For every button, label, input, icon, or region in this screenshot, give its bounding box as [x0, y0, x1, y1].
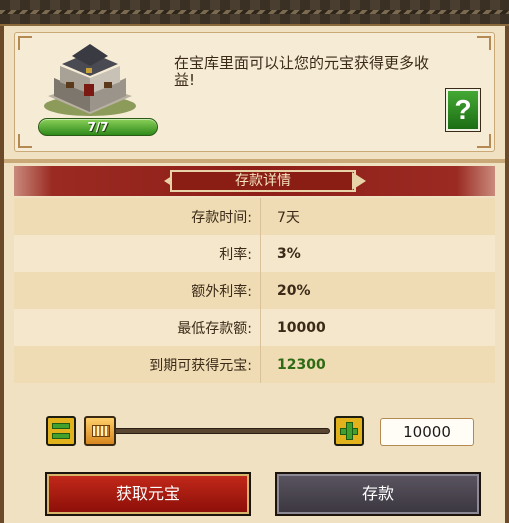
corner-ornament [18, 36, 32, 50]
detail-value: 10000 [277, 319, 326, 336]
vault-description: 在宝库里面可以让您的元宝获得更多收益! [174, 54, 430, 89]
detail-value: 7天 [277, 209, 300, 226]
deposit-amount-input[interactable] [380, 418, 474, 446]
vault-building-icon [44, 44, 136, 116]
detail-row-interest-rate: 利率: 3% [14, 235, 495, 272]
corner-ornament [18, 134, 32, 148]
minus-icon [52, 433, 70, 439]
building-level-bar: 7/7 [38, 118, 158, 136]
section-divider [4, 159, 505, 163]
detail-value: 20% [277, 282, 311, 299]
detail-value: 3% [277, 245, 301, 262]
help-button[interactable]: ? [445, 88, 481, 132]
deposit-button[interactable]: 存款 [275, 472, 481, 516]
plus-icon [346, 422, 353, 440]
minus-icon [52, 423, 70, 429]
detail-row-maturity-ingots: 到期可获得元宝: 12300 [14, 346, 495, 383]
decrease-amount-button[interactable] [46, 416, 76, 446]
detail-row-deposit-time: 存款时间: 7天 [14, 198, 495, 235]
increase-amount-button[interactable] [334, 416, 364, 446]
deposit-details-table: 存款时间: 7天 利率: 3% 额外利率: 20% 最低存款额: 10000 到… [14, 198, 495, 383]
corner-ornament [477, 36, 491, 50]
window-top-trim [0, 0, 509, 26]
get-ingots-button[interactable]: 获取元宝 [45, 472, 251, 516]
detail-value: 12300 [277, 356, 326, 373]
detail-label: 利率: [219, 246, 252, 263]
detail-label: 额外利率: [191, 283, 252, 300]
amount-slider-thumb[interactable] [84, 416, 116, 446]
corner-ornament [477, 134, 491, 148]
detail-row-min-deposit: 最低存款额: 10000 [14, 309, 495, 346]
detail-row-extra-rate: 额外利率: 20% [14, 272, 495, 309]
slider-grip-icon [92, 425, 110, 437]
detail-header-title: 存款详情 [170, 170, 356, 192]
detail-label: 到期可获得元宝: [149, 357, 252, 374]
detail-label: 最低存款额: [177, 320, 252, 337]
amount-slider-track[interactable] [104, 428, 330, 434]
detail-label: 存款时间: [191, 209, 252, 226]
